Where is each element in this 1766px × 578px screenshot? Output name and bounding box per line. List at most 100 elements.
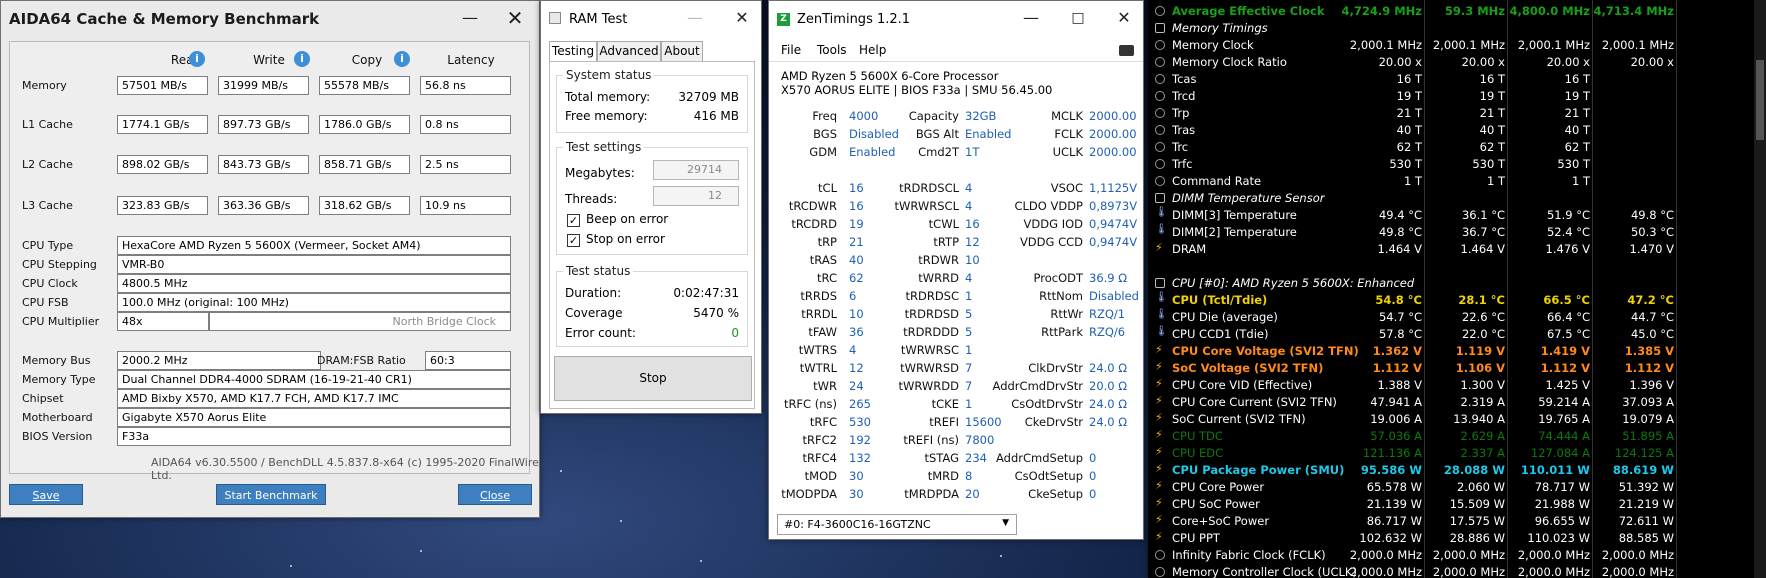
total-memory-label: Total memory: xyxy=(565,90,651,104)
megabytes-input[interactable]: 29714 xyxy=(653,160,739,180)
sensor-value: 62 T xyxy=(1396,140,1422,154)
timing-label: ClkDrvStr xyxy=(1028,361,1083,375)
sensor-value: 86.717 W xyxy=(1366,514,1422,528)
tab-testing[interactable]: Testing xyxy=(549,41,597,62)
sensor-row[interactable]: Trp 21 T 21 T 21 T xyxy=(1148,105,1766,122)
menu-file[interactable]: File xyxy=(781,43,801,57)
timing-value: 7 xyxy=(965,361,973,375)
scrollbar-thumb[interactable] xyxy=(1756,60,1764,140)
sensor-row[interactable]: Average Effective Clock 4,724.9 MHz 59.3 M… xyxy=(1148,3,1766,20)
sensor-value: 21 T xyxy=(1564,106,1590,120)
beep-on-error-checkbox[interactable]: ✓ xyxy=(567,214,580,227)
sensor-row[interactable]: 🌡 CPU Die (average) 54.7 °C 22.6 °C 66.4 °C 4… xyxy=(1148,309,1766,326)
sensor-name: CPU Die (average) xyxy=(1172,310,1278,324)
timing-value: RZQ/6 xyxy=(1089,325,1126,339)
timing-value: 19 xyxy=(849,217,864,231)
free-memory-value: 416 MB xyxy=(693,109,739,123)
sensor-group-header[interactable]: DIMM Temperature Sensor xyxy=(1148,190,1766,207)
sensor-row[interactable]: Memory Clock 2,000.1 MHz 2,000.1 MHz 2,000.… xyxy=(1148,37,1766,54)
sensor-row[interactable]: Tras 40 T 40 T 40 T xyxy=(1148,122,1766,139)
camera-icon[interactable] xyxy=(1119,45,1134,56)
sensor-row[interactable]: ⚡ CPU TDC 57.036 A 2.629 A 74.444 A 51.895 A xyxy=(1148,428,1766,445)
sensor-row[interactable]: ⚡ CPU Core Voltage (SVI2 TFN) 1.362 V 1.119… xyxy=(1148,343,1766,360)
cpu-stepping-value: VMR-B0 xyxy=(117,255,511,274)
sensor-row[interactable]: ⚡ CPU Core VID (Effective) 1.388 V 1.300 V 1… xyxy=(1148,377,1766,394)
sensor-group-header[interactable]: Memory Timings xyxy=(1148,20,1766,37)
timing-label: tMRD xyxy=(927,469,959,483)
sensor-row[interactable]: 🌡 DIMM[3] Temperature 49.4 °C 36.1 °C 51.9 °… xyxy=(1148,207,1766,224)
sensor-value: 2,000.0 MHz xyxy=(1432,565,1505,578)
menu-tools[interactable]: Tools xyxy=(817,43,847,57)
menu-help[interactable]: Help xyxy=(859,43,886,57)
row-label: L1 Cache xyxy=(22,118,73,131)
timing-value: 2000.00 xyxy=(1089,109,1137,123)
timing-label: tRDRDSC xyxy=(905,289,959,303)
sensor-row[interactable]: ⚡ CPU Core Power 65.578 W 2.060 W 78.717 W 51… xyxy=(1148,479,1766,496)
sensor-row[interactable]: 🌡 DIMM[2] Temperature 49.8 °C 36.7 °C 52.4 °… xyxy=(1148,224,1766,241)
sensor-name: Average Effective Clock xyxy=(1172,4,1325,18)
sensor-value: 1.112 V xyxy=(1540,361,1590,375)
timing-label: tRDWR xyxy=(918,253,959,267)
close-button[interactable]: Close xyxy=(458,484,532,505)
sensor-row[interactable]: ⚡ CPU SoC Power 21.139 W 15.509 W 21.988 W 21… xyxy=(1148,496,1766,513)
minimize-icon[interactable]: — xyxy=(1020,7,1042,29)
sensor-value: 54.8 °C xyxy=(1375,293,1422,307)
sensor-row[interactable]: Memory Controller Clock (UCLK) 2,000.0 MH… xyxy=(1148,564,1766,578)
start-benchmark-button[interactable]: Start Benchmark xyxy=(216,484,326,505)
scrollbar[interactable] xyxy=(1754,0,1766,578)
sensor-row[interactable]: ⚡ SoC Voltage (SVI2 TFN) 1.112 V 1.106 V 1.1… xyxy=(1148,360,1766,377)
sensor-group-header[interactable]: CPU [#0]: AMD Ryzen 5 5600X: Enhanced xyxy=(1148,275,1766,292)
sensor-row[interactable]: ⚡ CPU EDC 121.136 A 2.337 A 127.084 A 124.125… xyxy=(1148,445,1766,462)
timing-value: 24 xyxy=(849,379,864,393)
close-icon[interactable]: ✕ xyxy=(731,7,753,29)
timing-label: Freq xyxy=(812,109,837,123)
zentimings-titlebar[interactable]: Z ZenTimings 1.2.1 — □ ✕ xyxy=(769,1,1143,37)
sensor-row[interactable]: ⚡ SoC Current (SVI2 TFN) 19.006 A 13.940 A 1… xyxy=(1148,411,1766,428)
sensor-value: 16 T xyxy=(1479,72,1505,86)
close-icon[interactable]: ✕ xyxy=(504,7,526,29)
minimize-icon[interactable]: — xyxy=(459,7,481,29)
timing-label: GDM xyxy=(809,145,837,159)
minimize-icon[interactable]: — xyxy=(684,7,706,29)
close-icon[interactable]: ✕ xyxy=(1113,7,1135,29)
sensor-row[interactable]: ⚡ DRAM 1.464 V 1.464 V 1.476 V 1.470 V xyxy=(1148,241,1766,258)
threads-input[interactable]: 12 xyxy=(653,186,739,206)
tab-advanced[interactable]: Advanced xyxy=(597,41,661,62)
maximize-icon[interactable]: □ xyxy=(1067,7,1089,29)
save-button[interactable]: Save xyxy=(9,484,83,505)
sensor-value: 28.1 °C xyxy=(1458,293,1505,307)
sensor-name: SoC Voltage (SVI2 TFN) xyxy=(1172,361,1324,375)
sensor-row[interactable]: Tcas 16 T 16 T 16 T xyxy=(1148,71,1766,88)
stop-button[interactable]: Stop xyxy=(554,356,752,401)
stop-on-error-checkbox[interactable]: ✓ xyxy=(567,234,580,247)
info-icon[interactable]: i xyxy=(294,51,310,67)
timing-label: RttWr xyxy=(1050,307,1083,321)
sensor-value: 1.464 V xyxy=(1460,242,1505,256)
tab-about[interactable]: About xyxy=(661,41,703,62)
sensor-row[interactable]: Trc 62 T 62 T 62 T xyxy=(1148,139,1766,156)
sensor-row[interactable]: Trcd 19 T 19 T 19 T xyxy=(1148,88,1766,105)
sensor-row[interactable]: Memory Clock Ratio 20.00 x 20.00 x 20.00 x 2… xyxy=(1148,54,1766,71)
sensor-row[interactable] xyxy=(1148,258,1766,275)
info-icon[interactable]: i xyxy=(189,51,205,67)
sensor-name: Infinity Fabric Clock (FCLK) xyxy=(1172,548,1326,562)
sensor-row[interactable]: Trfc 530 T 530 T 530 T xyxy=(1148,156,1766,173)
clock-icon xyxy=(1155,108,1165,118)
memory-profile-select[interactable]: #0: F4-3600C16-16GTZNC ▼ xyxy=(777,514,1017,535)
sensor-value: 51.895 A xyxy=(1622,429,1674,443)
sensor-row[interactable]: 🌡 CPU CCD1 (Tdie) 57.8 °C 22.0 °C 67.5 °C 45.… xyxy=(1148,326,1766,343)
ramtest-titlebar[interactable]: RAM Test — □ ✕ xyxy=(541,1,761,37)
sensor-row[interactable]: Infinity Fabric Clock (FCLK) 2,000.0 MHz 2… xyxy=(1148,547,1766,564)
sensor-row[interactable]: Command Rate 1 T 1 T 1 T xyxy=(1148,173,1766,190)
read-value: 57501 MB/s xyxy=(117,76,208,95)
volt-icon: ⚡ xyxy=(1155,445,1163,458)
sensor-row[interactable]: ⚡ CPU Package Power (SMU) 95.586 W 28.088 W… xyxy=(1148,462,1766,479)
info-icon[interactable]: i xyxy=(394,51,410,67)
aida64-titlebar[interactable]: AIDA64 Cache & Memory Benchmark — ✕ xyxy=(1,1,539,37)
sensor-row[interactable]: ⚡ CPU PPT 102.632 W 28.886 W 110.023 W 88.585… xyxy=(1148,530,1766,547)
sensor-row[interactable]: 🌡 CPU (Tctl/Tdie) 54.8 °C 28.1 °C 66.5 °C 47.… xyxy=(1148,292,1766,309)
sensor-row[interactable]: ⚡ Core+SoC Power 86.717 W 17.575 W 96.655 W 7… xyxy=(1148,513,1766,530)
latency-header: Latency xyxy=(447,53,495,67)
sensor-row[interactable]: ⚡ CPU Core Current (SVI2 TFN) 47.941 A 2.31… xyxy=(1148,394,1766,411)
timing-label: FCLK xyxy=(1054,127,1083,141)
